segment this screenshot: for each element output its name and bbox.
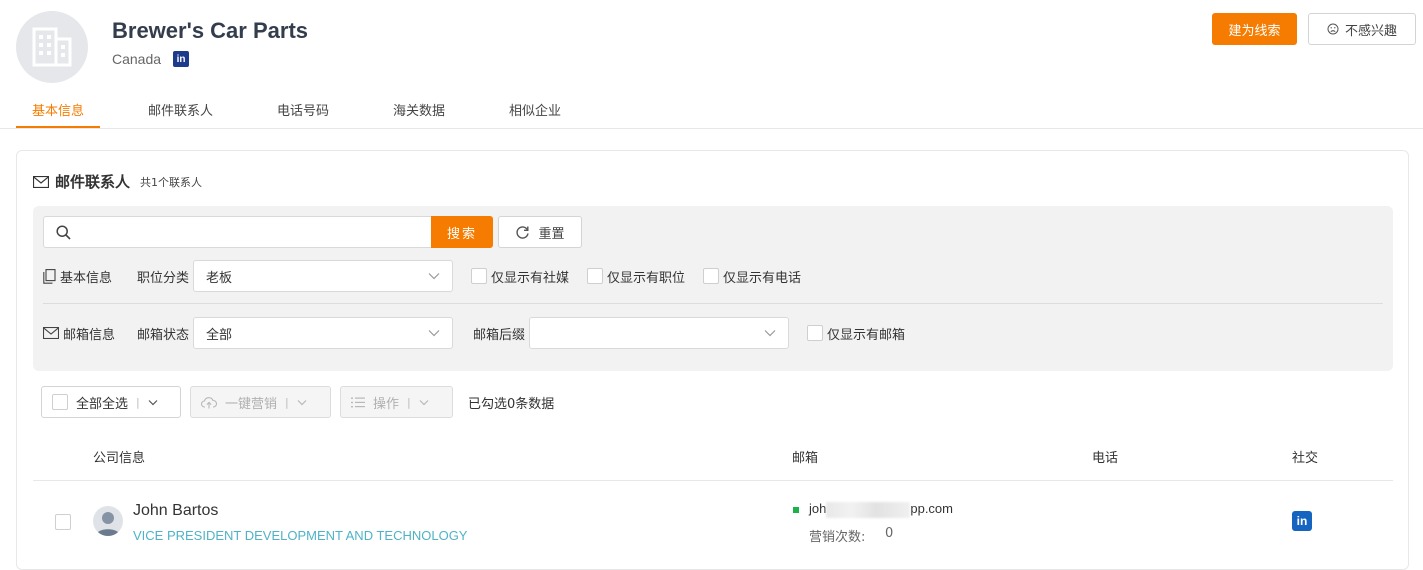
email-verified-indicator — [793, 507, 799, 513]
only-social-label: 仅显示有社媒 — [491, 270, 570, 286]
avatar — [93, 506, 123, 536]
company-header: Brewer's Car Parts Canada in 建为线索 不感兴趣 — [0, 0, 1423, 90]
linkedin-icon[interactable]: in — [1292, 511, 1312, 531]
email-info-group: 邮箱信息 — [43, 324, 137, 343]
tab-bar: 基本信息 邮件联系人 电话号码 海关数据 相似企业 — [0, 90, 1423, 129]
checkbox-box[interactable] — [471, 268, 488, 284]
email-info-label: 邮箱信息 — [63, 327, 116, 343]
contact-title: VICE PRESIDENT DEVELOPMENT AND TECHNOLOG… — [133, 528, 468, 543]
email-contacts-card: 邮件联系人 共1个联系人 搜索 重置 基本信息 职位分类 老板 仅显示有社媒 仅… — [16, 150, 1409, 570]
select-all-checkbox[interactable] — [52, 394, 68, 410]
email-status-label: 邮箱状态 — [137, 327, 190, 343]
contact-email[interactable]: joh pp.com — [809, 501, 953, 518]
row-checkbox[interactable] — [55, 514, 71, 530]
section-title: 邮件联系人 — [55, 173, 131, 191]
column-social: 社交 — [1292, 451, 1319, 466]
separator: | — [285, 395, 289, 409]
separator: | — [407, 395, 411, 409]
position-category-value: 老板 — [206, 270, 233, 286]
reset-label: 重置 — [538, 226, 565, 242]
cloud-upload-icon — [201, 396, 217, 408]
one-click-marketing-label: 一键营销 — [225, 396, 278, 412]
section-header: 邮件联系人 共1个联系人 — [33, 171, 202, 192]
refresh-icon — [516, 225, 530, 239]
tab-phone-numbers[interactable]: 电话号码 — [277, 100, 329, 119]
email-redaction — [826, 501, 911, 518]
only-email-checkbox[interactable]: 仅显示有邮箱 — [807, 324, 905, 343]
search-input[interactable] — [77, 224, 431, 240]
company-meta: Canada in — [112, 51, 190, 67]
email-status-value: 全部 — [206, 327, 233, 343]
search-box — [43, 216, 432, 248]
email-prefix: joh — [809, 501, 827, 516]
reset-button[interactable]: 重置 — [498, 216, 582, 248]
mail-icon — [43, 327, 59, 339]
table-row[interactable]: John Bartos VICE PRESIDENT DEVELOPMENT A… — [33, 486, 1393, 556]
only-email-label: 仅显示有邮箱 — [827, 327, 906, 343]
column-email: 邮箱 — [792, 451, 819, 466]
checkbox-box[interactable] — [703, 268, 720, 284]
filter-panel: 搜索 重置 基本信息 职位分类 老板 仅显示有社媒 仅显示有职位 仅显示有电话 … — [33, 206, 1393, 371]
contact-count: 共1个联系人 — [140, 175, 203, 189]
document-icon — [43, 268, 56, 284]
table-header: 公司信息 邮箱 电话 社交 — [33, 434, 1393, 481]
email-info-filter-row: 邮箱信息 邮箱状态 全部 邮箱后缀 仅显示有邮箱 — [43, 317, 905, 349]
company-country: Canada — [112, 51, 162, 67]
selected-count-text: 已勾选0条数据 — [468, 396, 555, 412]
search-button[interactable]: 搜索 — [431, 216, 493, 248]
chevron-down-icon — [428, 273, 440, 280]
basic-info-label: 基本信息 — [60, 270, 113, 286]
checkbox-box[interactable] — [587, 268, 604, 284]
bulk-toolbar: 全部全选 | 一键营销 | 操作 | 已勾选0条数据 — [41, 386, 554, 418]
list-icon — [351, 397, 365, 407]
email-status-select[interactable]: 全部 — [193, 317, 454, 349]
one-click-marketing-button[interactable]: 一键营销 | — [190, 386, 331, 418]
linkedin-icon[interactable]: in — [173, 51, 190, 67]
tab-email-contacts[interactable]: 邮件联系人 — [148, 100, 213, 119]
create-lead-button[interactable]: 建为线索 — [1212, 13, 1297, 45]
tab-basic-info[interactable]: 基本信息 — [32, 100, 84, 119]
not-interested-button[interactable]: 不感兴趣 — [1308, 13, 1416, 45]
chevron-down-icon — [428, 330, 440, 337]
tab-similar-companies[interactable]: 相似企业 — [509, 100, 561, 119]
email-suffix-select[interactable] — [529, 317, 790, 349]
tab-customs-data[interactable]: 海关数据 — [393, 100, 445, 119]
marketing-count-value: 0 — [885, 526, 894, 541]
marketing-count-label: 营销次数: — [809, 530, 866, 545]
basic-info-group: 基本信息 — [43, 267, 137, 286]
frown-icon — [1327, 23, 1339, 35]
search-icon — [56, 224, 71, 240]
only-social-checkbox[interactable]: 仅显示有社媒 — [471, 267, 569, 286]
position-category-select[interactable]: 老板 — [193, 260, 454, 292]
column-phone: 电话 — [1092, 451, 1119, 466]
select-all-dropdown[interactable]: 全部全选 | — [41, 386, 181, 418]
basic-info-filter-row: 基本信息 职位分类 老板 仅显示有社媒 仅显示有职位 仅显示有电话 — [43, 260, 801, 292]
company-logo-icon — [16, 11, 88, 83]
not-interested-label: 不感兴趣 — [1344, 23, 1397, 39]
checkbox-box[interactable] — [807, 325, 824, 341]
only-phone-checkbox[interactable]: 仅显示有电话 — [703, 267, 801, 286]
chevron-down-icon — [148, 399, 158, 405]
contact-name[interactable]: John Bartos — [133, 502, 218, 520]
chevron-down-icon — [419, 399, 429, 405]
only-phone-label: 仅显示有电话 — [723, 270, 802, 286]
active-tab-indicator — [16, 126, 100, 128]
operations-button[interactable]: 操作 | — [340, 386, 453, 418]
mail-icon — [33, 175, 49, 188]
email-suffix: pp.com — [910, 501, 953, 516]
email-suffix-label: 邮箱后缀 — [473, 327, 526, 343]
column-company-info: 公司信息 — [93, 451, 146, 466]
operations-label: 操作 — [373, 396, 400, 412]
select-all-label: 全部全选 — [76, 396, 129, 412]
chevron-down-icon — [764, 330, 776, 337]
only-position-checkbox[interactable]: 仅显示有职位 — [587, 267, 685, 286]
only-position-label: 仅显示有职位 — [607, 270, 686, 286]
chevron-down-icon — [297, 399, 307, 405]
company-name: Brewer's Car Parts — [112, 18, 309, 43]
person-icon — [96, 512, 120, 536]
filter-divider — [43, 303, 1383, 304]
separator: | — [136, 395, 140, 409]
position-category-label: 职位分类 — [137, 270, 190, 286]
